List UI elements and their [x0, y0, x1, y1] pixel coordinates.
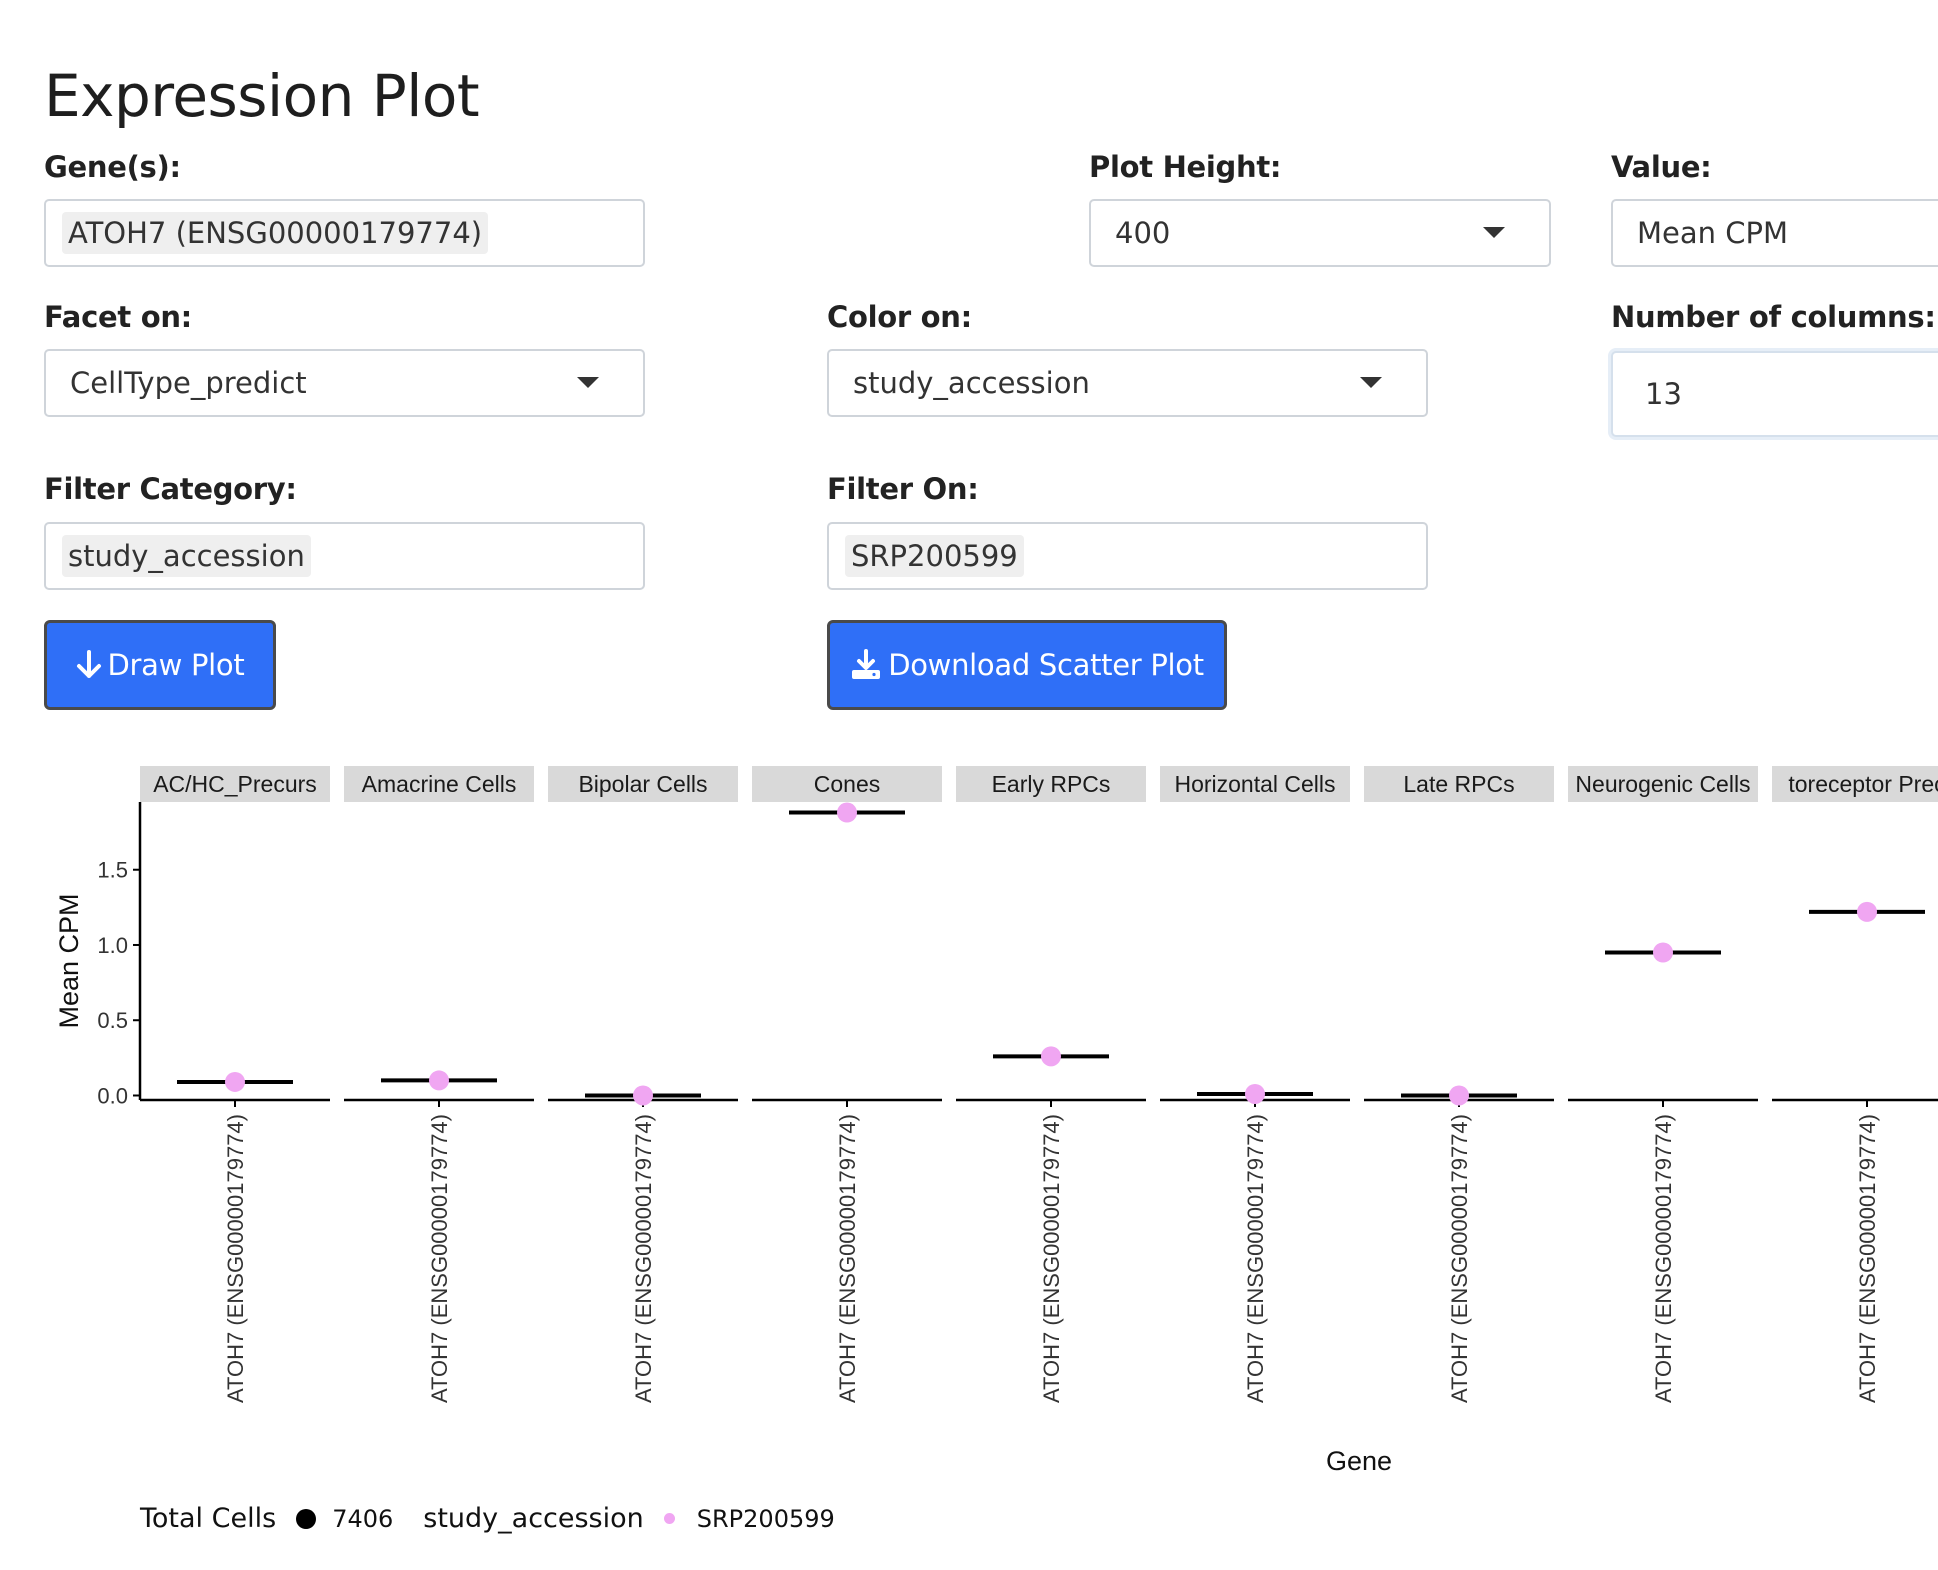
y-tick-label: 0.0	[97, 1083, 128, 1108]
facet-strip-label: Horizontal Cells	[1174, 771, 1335, 797]
plot-height-label: Plot Height:	[1089, 150, 1282, 184]
y-tick-label: 0.5	[97, 1008, 128, 1033]
download-scatter-button[interactable]: Download Scatter Plot	[827, 620, 1227, 710]
draw-plot-button[interactable]: Draw Plot	[44, 620, 276, 710]
x-tick-label: ATOH7 (ENSG00000179774)	[631, 1114, 656, 1403]
value-value: Mean CPM	[1637, 216, 1788, 250]
gene-tag[interactable]: ATOH7 (ENSG00000179774)	[62, 212, 489, 254]
facet-on-value: CellType_predict	[70, 366, 307, 400]
chevron-down-icon	[577, 377, 599, 388]
facet-strip-label: Amacrine Cells	[362, 771, 517, 797]
legend-size-title: Total Cells	[140, 1503, 277, 1534]
num-columns-label: Number of columns:	[1611, 300, 1936, 334]
facet-strip-label: Bipolar Cells	[578, 771, 707, 797]
facet-strip-label: Late RPCs	[1403, 771, 1514, 797]
value-select[interactable]: Mean CPM	[1611, 199, 1938, 267]
data-point	[1449, 1085, 1469, 1106]
y-tick-label: 1.0	[97, 933, 128, 958]
x-tick-label: ATOH7 (ENSG00000179774)	[223, 1114, 248, 1403]
chevron-down-icon	[1483, 227, 1505, 238]
scatter-chart: 0.0 0.5 1.0 1.5 Mean CPM AC/HC_Precurs ATOH7 (…	[54, 766, 1938, 1476]
filter-category-label: Filter Category:	[44, 472, 297, 506]
filter-on-label: Filter On:	[827, 472, 979, 506]
x-tick-label: ATOH7 (ENSG00000179774)	[1651, 1114, 1676, 1403]
chevron-down-icon	[1360, 377, 1382, 388]
y-axis-title: Mean CPM	[54, 893, 84, 1028]
data-point	[429, 1070, 449, 1091]
data-point	[225, 1071, 245, 1092]
data-point	[1857, 901, 1877, 922]
x-tick-label: ATOH7 (ENSG00000179774)	[1855, 1114, 1880, 1403]
facet-strip-label: Cones	[814, 771, 880, 797]
plot-height-value: 400	[1115, 216, 1171, 250]
color-on-value: study_accession	[853, 366, 1090, 400]
x-tick-label: ATOH7 (ENSG00000179774)	[427, 1114, 452, 1403]
x-tick-label: ATOH7 (ENSG00000179774)	[835, 1114, 860, 1403]
data-point	[1041, 1046, 1061, 1067]
download-scatter-label: Download Scatter Plot	[888, 648, 1204, 682]
filter-category-input[interactable]: study_accession	[44, 522, 645, 590]
arrow-down-icon	[76, 650, 101, 678]
y-tick-label: 1.5	[97, 858, 128, 883]
facet-strip-label: Neurogenic Cells	[1575, 771, 1750, 797]
download-icon	[852, 649, 881, 679]
legend-size-value: 7406	[332, 1504, 394, 1533]
data-point	[837, 802, 857, 823]
genes-label: Gene(s):	[44, 150, 181, 184]
facet-strip-label: toreceptor Prec	[1788, 771, 1938, 797]
x-tick-label: ATOH7 (ENSG00000179774)	[1039, 1114, 1064, 1403]
legend-color-value: SRP200599	[696, 1504, 835, 1533]
chart-legend: Total Cells 7406 study_accession SRP2005…	[140, 1503, 865, 1534]
data-point	[633, 1085, 653, 1106]
facet-on-select[interactable]: CellType_predict	[44, 349, 645, 417]
data-point	[1653, 942, 1673, 963]
legend-size-dot	[296, 1508, 317, 1529]
filter-on-tag[interactable]: SRP200599	[845, 535, 1024, 577]
draw-plot-label: Draw Plot	[107, 648, 245, 682]
facet-on-label: Facet on:	[44, 300, 192, 334]
legend-color-dot	[663, 1513, 675, 1524]
x-tick-label: ATOH7 (ENSG00000179774)	[1447, 1114, 1472, 1403]
color-on-select[interactable]: study_accession	[827, 349, 1428, 417]
genes-input[interactable]: ATOH7 (ENSG00000179774)	[44, 199, 645, 267]
filter-on-input[interactable]: SRP200599	[827, 522, 1428, 590]
legend-color-title: study_accession	[423, 1503, 644, 1534]
x-tick-label: ATOH7 (ENSG00000179774)	[1243, 1114, 1268, 1403]
page-title: Expression Plot	[44, 62, 480, 130]
facet-strip-label: AC/HC_Precurs	[153, 771, 317, 797]
x-axis-title: Gene	[1326, 1446, 1392, 1476]
data-point	[1245, 1083, 1265, 1104]
facet-strip-label: Early RPCs	[992, 771, 1111, 797]
value-label: Value:	[1611, 150, 1712, 184]
num-columns-input[interactable]	[1611, 351, 1938, 437]
plot-height-select[interactable]: 400	[1089, 199, 1551, 267]
color-on-label: Color on:	[827, 300, 972, 334]
expression-plot: 0.0 0.5 1.0 1.5 Mean CPM AC/HC_Precurs ATOH7 (…	[0, 740, 1938, 1570]
filter-category-tag[interactable]: study_accession	[62, 535, 311, 577]
